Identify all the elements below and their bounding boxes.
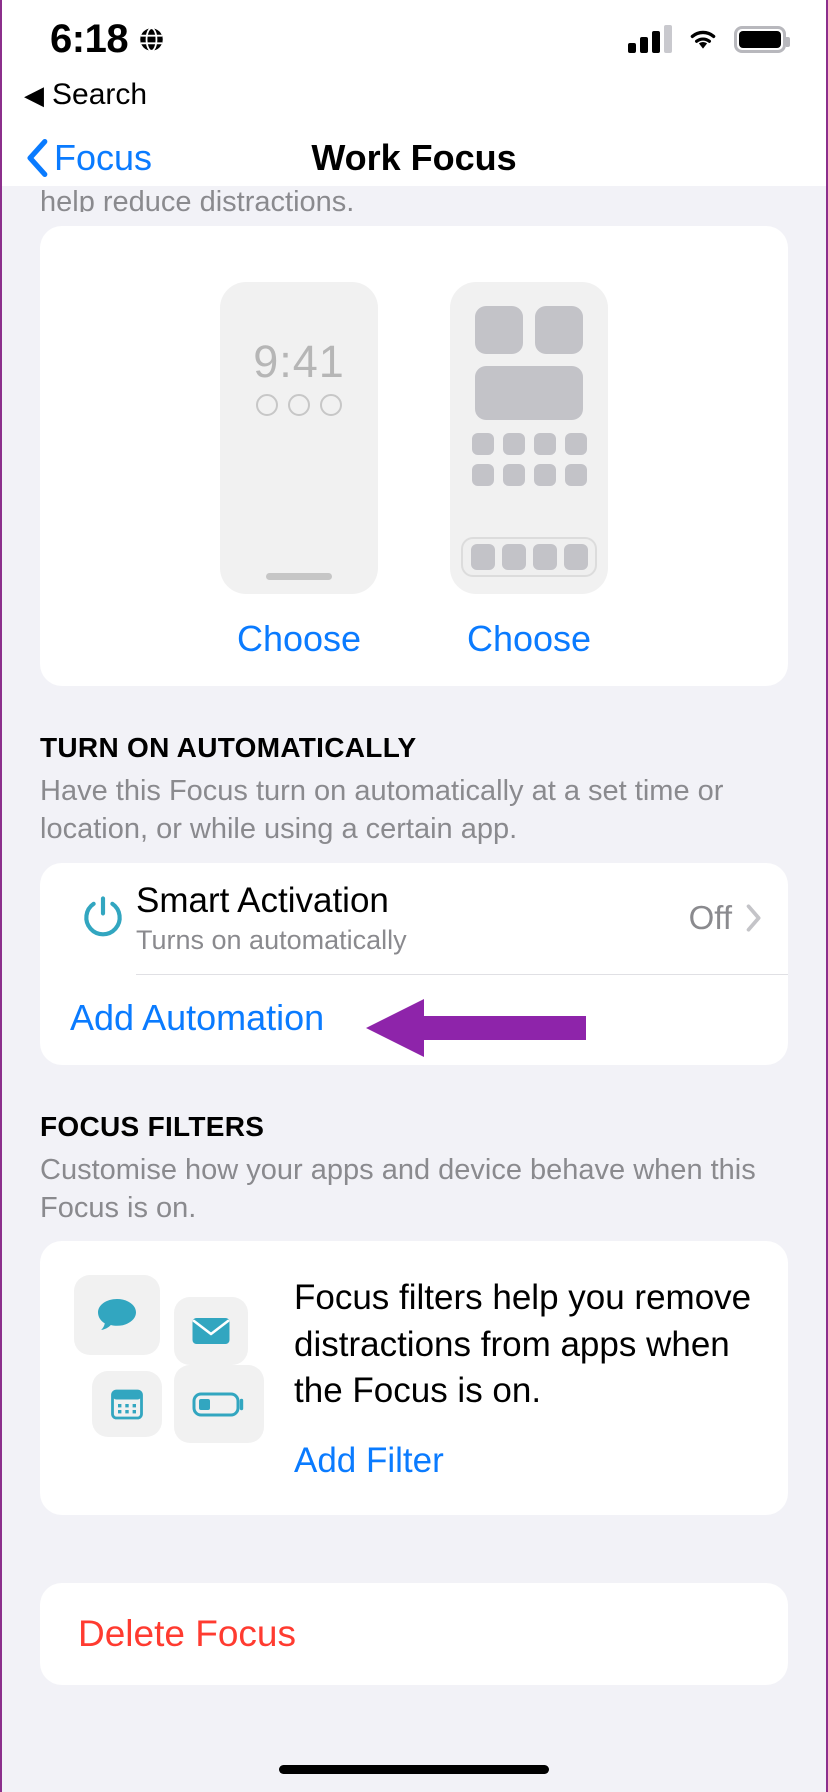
row-icon-slot — [70, 893, 136, 943]
wifi-icon — [690, 30, 716, 49]
clipped-description-text: help reduce distractions. — [40, 186, 355, 212]
status-bar: 6:18 — [2, 0, 826, 78]
screens-row: 9:41 Choose Choose — [40, 226, 788, 686]
dock-app-placeholder — [532, 544, 557, 570]
lock-screen-chooser[interactable]: 9:41 Choose — [220, 282, 378, 660]
focus-filters-header: FOCUS FILTERS Customise how your apps an… — [2, 1065, 826, 1228]
home-indicator-preview — [266, 573, 332, 580]
apps-row — [471, 433, 587, 455]
battery-full-icon — [734, 25, 790, 53]
apps-row — [471, 464, 587, 486]
add-automation-button[interactable]: Add Automation — [70, 997, 324, 1039]
mail-tile — [174, 1297, 248, 1366]
widget-placeholder — [535, 306, 583, 354]
app-placeholder — [533, 464, 556, 486]
smart-activation-texts: Smart Activation Turns on automatically — [136, 881, 689, 956]
app-placeholder — [564, 464, 587, 486]
settings-scroll-view[interactable]: help reduce distractions. 9:41 Choose Ch… — [2, 186, 826, 1778]
home-dock — [461, 537, 597, 577]
choose-home-screen-button[interactable]: Choose — [467, 618, 591, 660]
app-placeholder — [471, 464, 494, 486]
focus-filters-card: Focus filters help you remove distractio… — [40, 1241, 788, 1515]
calendar-icon — [111, 1389, 143, 1420]
status-bar-left: 6:18 — [50, 17, 165, 62]
section-description: Customise how your apps and device behav… — [40, 1153, 756, 1224]
focus-filters-content: Focus filters help you remove distractio… — [40, 1241, 788, 1515]
add-automation-row[interactable]: Add Automation — [40, 975, 788, 1065]
home-screen-preview[interactable] — [450, 282, 608, 594]
smart-activation-title: Smart Activation — [136, 880, 389, 920]
home-screen-chooser[interactable]: Choose — [450, 282, 608, 660]
choose-lock-screen-button[interactable]: Choose — [237, 618, 361, 660]
smart-activation-row[interactable]: Smart Activation Turns on automatically … — [40, 863, 788, 974]
dock-app-placeholder — [563, 544, 588, 570]
home-apps-grid — [466, 433, 592, 486]
calendar-tile — [92, 1371, 162, 1438]
smart-activation-value: Off — [688, 899, 732, 937]
iphone-screen: 6:18 ◀ Search Focus Work Focus help redu… — [0, 0, 828, 1792]
home-widgets-row — [466, 306, 592, 354]
section-title: TURN ON AUTOMATICALLY — [40, 732, 417, 763]
return-to-search[interactable]: ◀ Search — [2, 78, 826, 120]
back-triangle-icon: ◀ — [24, 80, 44, 110]
power-icon — [84, 896, 122, 937]
lock-screen-time: 9:41 — [253, 336, 345, 387]
smart-activation-subtitle: Turns on automatically — [136, 924, 407, 955]
status-bar-right — [628, 25, 790, 53]
messages-tile — [74, 1275, 160, 1356]
focus-filter-icon-cluster — [74, 1275, 270, 1445]
globe-icon — [140, 26, 163, 52]
lock-screen-preview[interactable]: 9:41 — [220, 282, 378, 594]
navigation-bar: Focus Work Focus — [2, 120, 826, 196]
add-filter-button[interactable]: Add Filter — [294, 1441, 444, 1481]
dock-app-placeholder — [501, 544, 526, 570]
screens-preview-card: 9:41 Choose Choose — [40, 226, 788, 686]
home-indicator — [279, 1765, 549, 1774]
turn-on-automatically-header: TURN ON AUTOMATICALLY Have this Focus tu… — [2, 686, 826, 849]
lock-screen-widget-dots — [220, 394, 378, 416]
back-button-label: Focus — [54, 136, 153, 178]
back-button[interactable]: Focus — [26, 137, 152, 179]
app-placeholder — [502, 464, 525, 486]
delete-focus-button[interactable]: Delete Focus — [40, 1583, 788, 1685]
section-title: FOCUS FILTERS — [40, 1110, 265, 1142]
search-back-label: Search — [52, 78, 148, 111]
messages-bubble-icon — [98, 1299, 136, 1331]
focus-filters-text-block: Focus filters help you remove distractio… — [294, 1275, 758, 1481]
automation-card: Smart Activation Turns on automatically … — [40, 862, 788, 1065]
mail-envelope-icon — [192, 1318, 230, 1345]
dock-app-placeholder — [470, 544, 495, 570]
app-placeholder — [502, 433, 525, 455]
focus-filters-body-text: Focus filters help you remove distractio… — [294, 1278, 752, 1411]
chevron-left-icon — [27, 138, 48, 177]
section-description: Have this Focus turn on automatically at… — [40, 775, 724, 846]
wide-widget-placeholder — [475, 366, 583, 420]
app-placeholder — [471, 433, 494, 455]
widget-placeholder — [475, 306, 523, 354]
battery-low-power-icon — [192, 1392, 244, 1417]
app-placeholder — [533, 433, 556, 455]
delete-focus-card: Delete Focus — [40, 1582, 788, 1685]
annotation-arrow-left-icon — [366, 998, 586, 1057]
chevron-right-icon — [746, 904, 761, 932]
low-power-tile — [174, 1365, 264, 1444]
status-bar-time: 6:18 — [50, 16, 129, 61]
cellular-signal-icon — [628, 25, 672, 53]
app-placeholder — [564, 433, 587, 455]
